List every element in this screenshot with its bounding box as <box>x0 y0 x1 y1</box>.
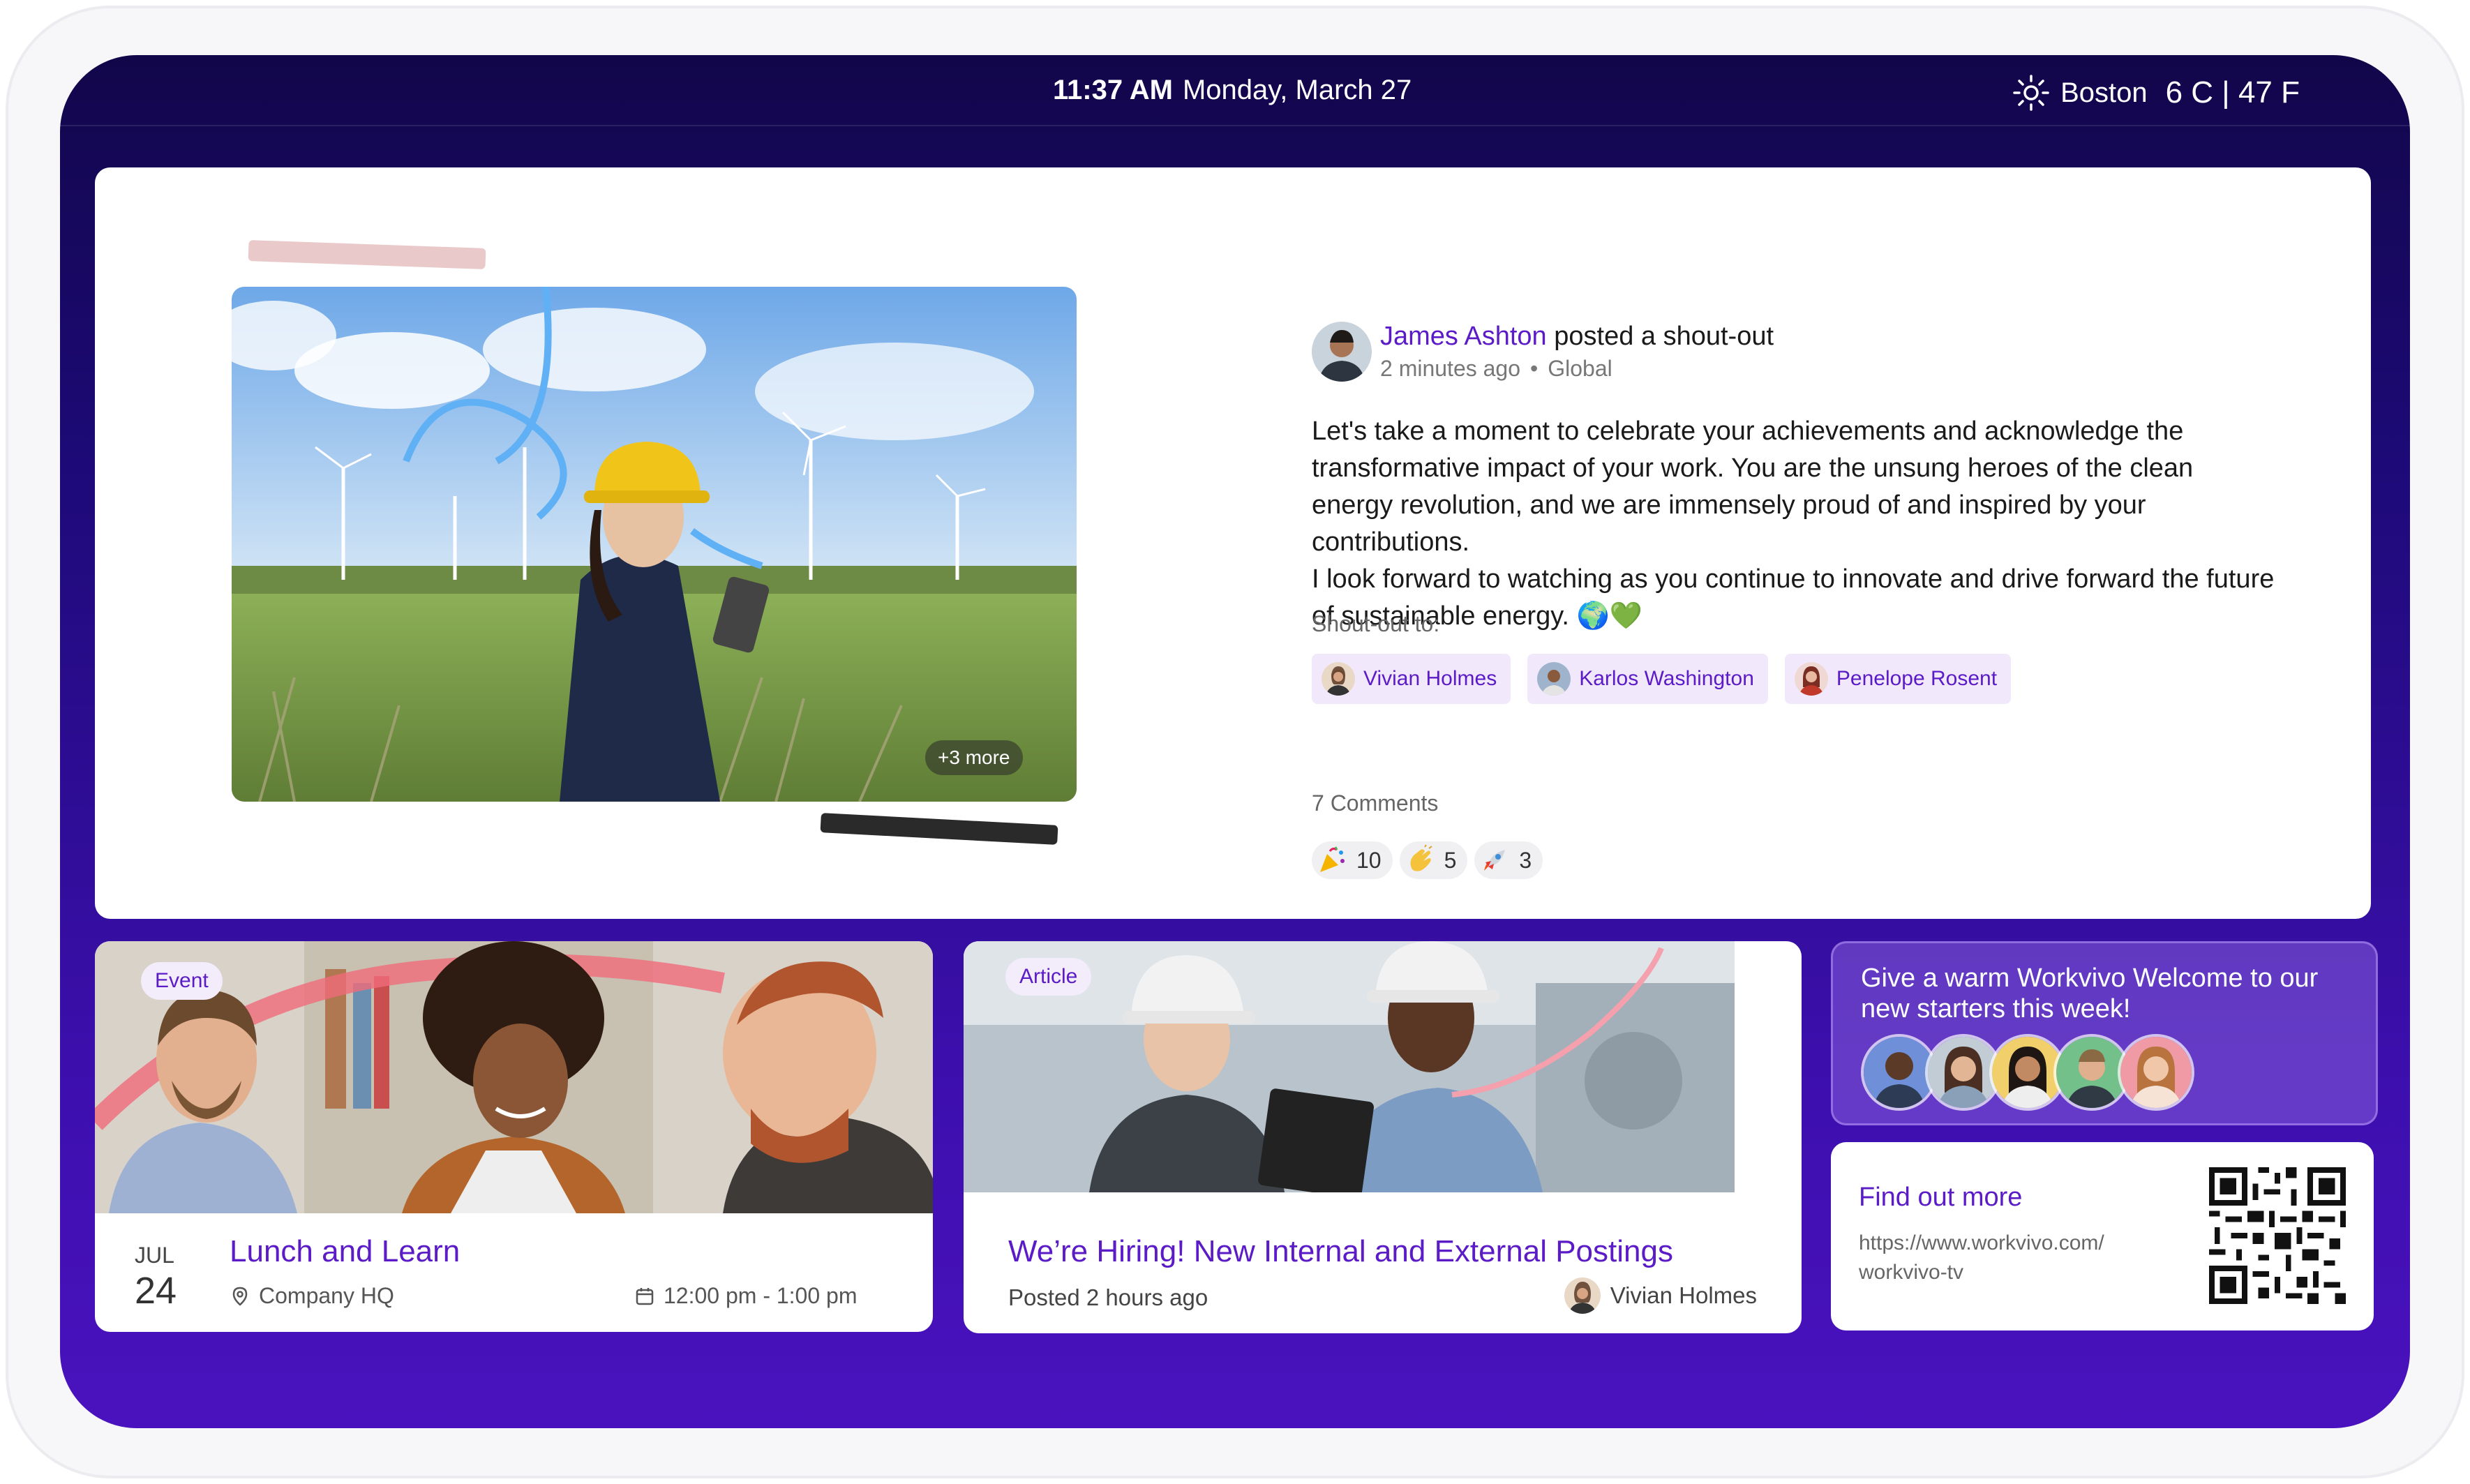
stacked-image-back <box>248 240 486 269</box>
article-tag: Article <box>1005 958 1092 996</box>
shout-out-label: Shout-out to: <box>1312 611 1440 636</box>
reaction-count: 3 <box>1519 847 1532 873</box>
author-name[interactable]: James Ashton <box>1380 322 1547 351</box>
clock: 11:37 AM Monday, March 27 <box>1053 75 1412 106</box>
post-image[interactable]: +3 more <box>232 287 1077 802</box>
reaction-clap[interactable]: 5 <box>1399 841 1468 879</box>
weather-widget: Boston 6 C | 47 F <box>2012 73 2300 112</box>
stacked-image-bottom <box>820 813 1058 845</box>
recipient-chip[interactable]: Karlos Washington <box>1527 654 1768 704</box>
recipient-name: Vivian Holmes <box>1363 667 1497 690</box>
event-title[interactable]: Lunch and Learn <box>230 1234 460 1269</box>
post-body-paragraph: I look forward to watching as you contin… <box>1312 564 2275 631</box>
new-starter-avatar[interactable] <box>2118 1034 2194 1111</box>
article-author-avatar <box>1564 1277 1601 1314</box>
post-meta: 2 minutes ago • Global <box>1380 356 1774 382</box>
recipient-avatar <box>1537 662 1571 696</box>
article-author-name: Vivian Holmes <box>1610 1282 1757 1308</box>
reaction-party[interactable]: 10 <box>1312 841 1393 879</box>
article-posted-time: Posted 2 hours ago <box>1008 1284 1208 1310</box>
article-author[interactable]: Vivian Holmes <box>1564 1277 1757 1314</box>
post-body-paragraph: Let's take a moment to celebrate your ac… <box>1312 417 2194 557</box>
top-bar: 11:37 AM Monday, March 27 Boston 6 C | 47… <box>60 55 2410 126</box>
post-header: James Ashton posted a shout-out <box>1380 322 1774 352</box>
article-card[interactable]: Article We’re Hiring! New Internal and E… <box>964 941 1802 1333</box>
sun-icon <box>2013 75 2049 111</box>
find-out-more-title[interactable]: Find out more <box>1859 1183 2022 1213</box>
clock-time: 11:37 AM <box>1053 75 1173 105</box>
calendar-icon <box>636 1287 654 1305</box>
welcome-card[interactable]: Give a warm Workvivo Welcome to our new … <box>1831 941 2378 1125</box>
new-starters-avatars <box>1861 1034 2194 1111</box>
recipient-avatar <box>1794 662 1828 696</box>
recipient-chip[interactable]: Penelope Rosent <box>1784 654 2012 704</box>
recipient-chip[interactable]: Vivian Holmes <box>1312 654 1511 704</box>
recipient-name: Karlos Washington <box>1579 667 1754 690</box>
clock-date: Monday, March 27 <box>1182 75 1412 105</box>
event-location: Company HQ <box>230 1283 394 1309</box>
find-out-more-card[interactable]: Find out more https://www.workvivo.com/ … <box>1831 1142 2374 1331</box>
event-time-text: 12:00 pm - 1:00 pm <box>664 1283 858 1308</box>
find-out-more-url[interactable]: https://www.workvivo.com/ workvivo-tv <box>1859 1229 2180 1287</box>
clapping-hands-icon <box>1410 844 1432 871</box>
shout-out-post-card[interactable]: +3 more James Ashton posted a shout-out … <box>95 167 2371 919</box>
event-location-text: Company HQ <box>259 1283 394 1308</box>
more-images-badge[interactable]: +3 more <box>925 740 1023 775</box>
welcome-text: Give a warm Workvivo Welcome to our new … <box>1861 964 2319 1024</box>
qr-code-icon[interactable] <box>2209 1167 2346 1304</box>
post-action: posted a shout-out <box>1546 322 1774 351</box>
wind-farm-engineer-image <box>232 287 1077 802</box>
reactions-bar: 10 5 3 <box>1312 841 1550 879</box>
post-time: 2 minutes ago <box>1380 356 1521 381</box>
rocket-icon <box>1484 850 1506 871</box>
party-popper-icon <box>1320 846 1345 872</box>
event-card[interactable]: Event JUL 24 Lunch and Learn Company HQ … <box>95 941 933 1332</box>
event-time: 12:00 pm - 1:00 pm <box>634 1283 857 1309</box>
post-body: Let's take a moment to celebrate your ac… <box>1312 413 2275 635</box>
event-month: JUL <box>135 1243 174 1268</box>
author-avatar[interactable] <box>1312 322 1372 382</box>
shout-out-recipients: Vivian Holmes Karlos Washington Penelope… <box>1312 654 2028 704</box>
event-day: 24 <box>135 1270 177 1312</box>
tv-screen: 11:37 AM Monday, March 27 Boston 6 C | 47… <box>60 55 2410 1428</box>
post-audience: Global <box>1548 356 1612 381</box>
meta-separator: • <box>1530 356 1539 381</box>
recipient-name: Penelope Rosent <box>1836 667 1998 690</box>
reaction-count: 5 <box>1444 847 1457 873</box>
location-pin-icon <box>232 1287 248 1306</box>
recipient-avatar <box>1322 662 1355 696</box>
reaction-rocket[interactable]: 3 <box>1474 841 1543 879</box>
weather-temperature: 6 C | 47 F <box>2165 75 2300 110</box>
post-author-row: James Ashton posted a shout-out 2 minute… <box>1312 322 1774 382</box>
reaction-count: 10 <box>1356 847 1382 873</box>
comments-count[interactable]: 7 Comments <box>1312 790 1438 816</box>
event-tag: Event <box>141 962 223 1000</box>
weather-city: Boston <box>2060 77 2148 108</box>
article-title[interactable]: We’re Hiring! New Internal and External … <box>1008 1234 1673 1269</box>
